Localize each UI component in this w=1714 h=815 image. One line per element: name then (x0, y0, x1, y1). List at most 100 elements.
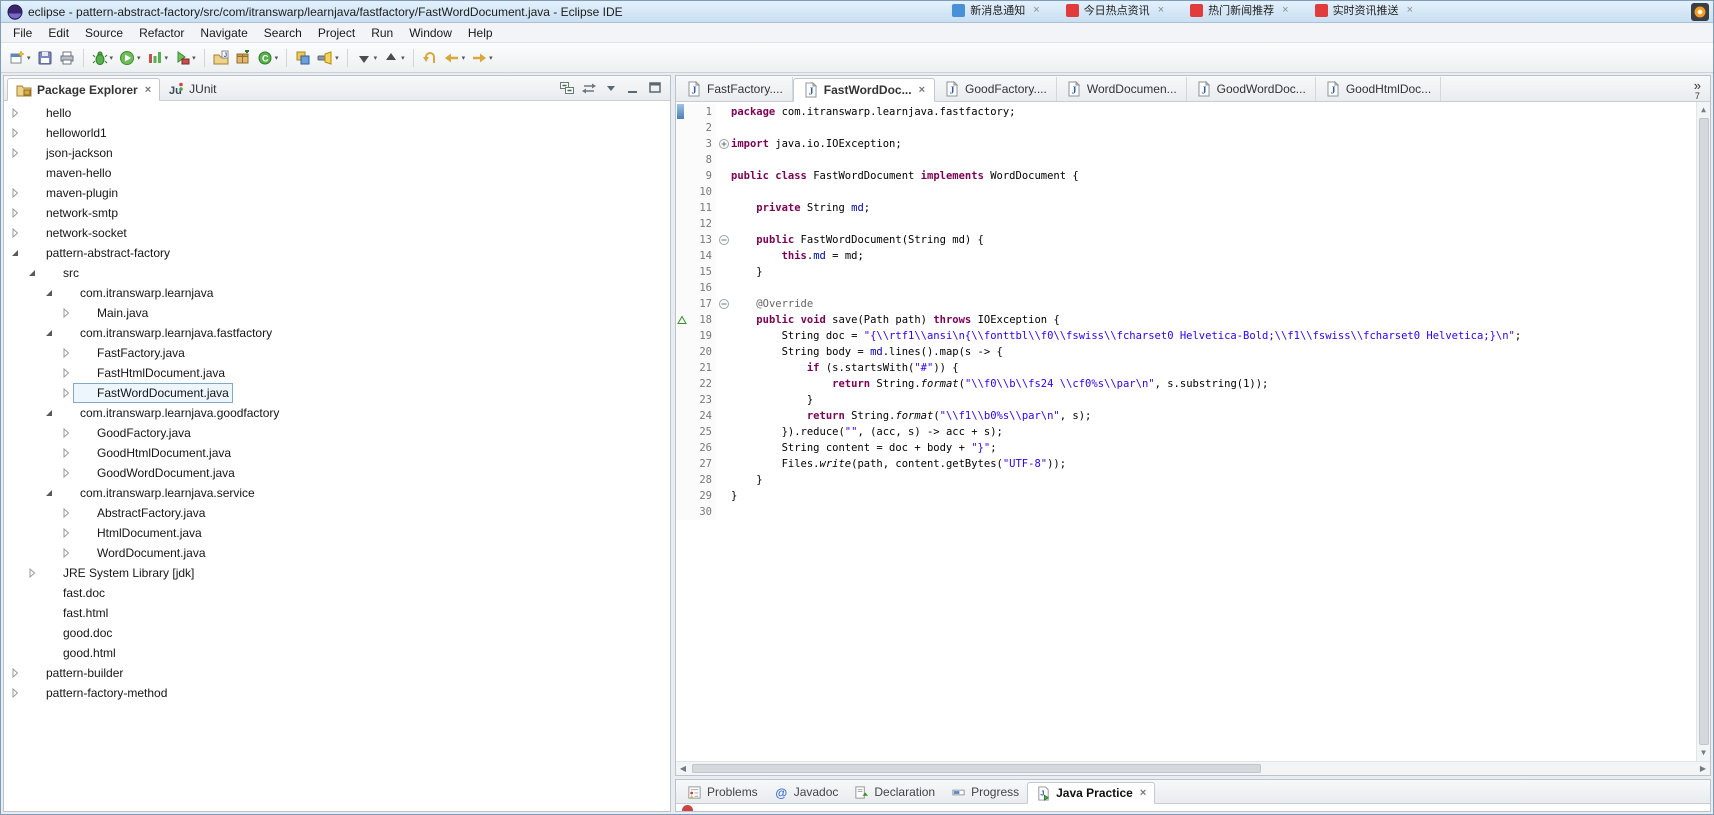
tree-expanded-arrow-icon[interactable] (42, 486, 56, 500)
close-icon[interactable]: × (1140, 787, 1146, 799)
previous-annotation-button[interactable]: ▾ (380, 46, 408, 70)
close-icon[interactable]: × (1158, 4, 1164, 16)
menu-source[interactable]: Source (77, 24, 131, 42)
back-button[interactable]: ▾ (441, 46, 469, 70)
editor-tab-overflow[interactable]: » 7 (1686, 79, 1709, 101)
fold-minus-icon[interactable] (718, 298, 730, 310)
tab-java-practice[interactable]: J Java Practice × (1027, 782, 1156, 804)
next-annotation-button[interactable]: ▾ (353, 46, 381, 70)
close-icon[interactable]: × (1282, 4, 1288, 16)
editor-tab[interactable]: J GoodWordDoc... (1187, 77, 1316, 101)
tree-collapsed-arrow-icon[interactable] (59, 366, 73, 380)
tree-collapsed-arrow-icon[interactable] (8, 206, 22, 220)
dropdown-arrow-icon[interactable]: ▾ (192, 54, 196, 62)
maximize-button[interactable] (647, 80, 663, 96)
dropdown-arrow-icon[interactable]: ▾ (27, 54, 31, 62)
scroll-down-icon[interactable]: ▼ (1701, 745, 1706, 761)
close-icon[interactable]: × (145, 84, 151, 96)
new-wizard-button[interactable]: ▾ (6, 46, 34, 70)
tab-progress[interactable]: Progress (943, 781, 1027, 803)
dropdown-arrow-icon[interactable]: ▾ (110, 54, 114, 62)
tree-item[interactable]: fast.html (4, 603, 670, 623)
editor-tab[interactable]: J WordDocumen... (1057, 77, 1187, 101)
tree-item[interactable]: GoodFactory.java (4, 423, 670, 443)
tree-expanded-arrow-icon[interactable] (42, 326, 56, 340)
close-icon[interactable]: × (1033, 4, 1039, 16)
close-icon[interactable]: × (1407, 4, 1413, 16)
open-type-button[interactable] (292, 46, 314, 70)
menu-search[interactable]: Search (256, 24, 310, 42)
external-tools-button[interactable]: ▾ (171, 46, 199, 70)
notification-item[interactable]: 新消息通知 × (952, 2, 1040, 18)
run-button[interactable]: ▾ (116, 46, 144, 70)
dropdown-arrow-icon[interactable]: ▾ (165, 54, 169, 62)
search-button[interactable]: ▾ (314, 46, 342, 70)
save-button[interactable] (34, 46, 56, 70)
tree-item[interactable]: pattern-abstract-factory (4, 243, 670, 263)
dropdown-arrow-icon[interactable]: ▾ (401, 54, 405, 62)
menu-refactor[interactable]: Refactor (131, 24, 192, 42)
horizontal-scrollbar[interactable]: ◀ ▶ (676, 761, 1710, 775)
tree-item[interactable]: JRE System Library [jdk] (4, 563, 670, 583)
editor-tab[interactable]: J FastWordDoc... × (792, 78, 936, 102)
tab-problems[interactable]: Problems (679, 781, 766, 803)
menu-window[interactable]: Window (401, 24, 460, 42)
tab-javadoc[interactable]: @ Javadoc (766, 781, 847, 803)
notification-item[interactable]: 实时资讯推送 × (1314, 2, 1413, 18)
last-edit-location-button[interactable] (419, 46, 441, 70)
tree-item[interactable]: AbstractFactory.java (4, 503, 670, 523)
link-with-editor-button[interactable] (581, 80, 597, 96)
tree-item[interactable]: fast.doc (4, 583, 670, 603)
tree-item[interactable]: hello (4, 103, 670, 123)
scroll-right-icon[interactable]: ▶ (1696, 764, 1710, 773)
tree-item[interactable]: Main.java (4, 303, 670, 323)
minimize-button[interactable] (625, 80, 641, 96)
tree-item[interactable]: com.itranswarp.learnjava.goodfactory (4, 403, 670, 423)
horizontal-scrollbar-thumb[interactable] (692, 764, 1261, 773)
scroll-left-icon[interactable]: ◀ (676, 764, 690, 773)
tree-item[interactable]: com.itranswarp.learnjava.fastfactory (4, 323, 670, 343)
tree-item[interactable]: pattern-builder (4, 663, 670, 683)
tree-item[interactable]: json-jackson (4, 143, 670, 163)
tree-collapsed-arrow-icon[interactable] (59, 306, 73, 320)
close-icon[interactable]: × (919, 84, 925, 96)
coverage-button[interactable]: ▾ (144, 46, 172, 70)
tree-collapsed-arrow-icon[interactable] (59, 386, 73, 400)
tree-item[interactable]: maven-hello (4, 163, 670, 183)
new-java-project-button[interactable]: J (210, 46, 232, 70)
tree-item[interactable]: com.itranswarp.learnjava (4, 283, 670, 303)
tree-collapsed-arrow-icon[interactable] (59, 546, 73, 560)
dropdown-arrow-icon[interactable]: ▾ (489, 54, 493, 62)
vertical-scrollbar-thumb[interactable] (1699, 118, 1709, 745)
forward-button[interactable]: ▾ (468, 46, 496, 70)
editor-tab[interactable]: J GoodHtmlDoc... (1316, 77, 1442, 101)
tree-collapsed-arrow-icon[interactable] (59, 526, 73, 540)
tree-collapsed-arrow-icon[interactable] (59, 346, 73, 360)
tree-item[interactable]: helloworld1 (4, 123, 670, 143)
tree-collapsed-arrow-icon[interactable] (8, 126, 22, 140)
new-package-button[interactable] (232, 46, 254, 70)
tree-collapsed-arrow-icon[interactable] (8, 146, 22, 160)
collapse-all-button[interactable] (559, 80, 575, 96)
tree-collapsed-arrow-icon[interactable] (59, 466, 73, 480)
notification-item[interactable]: 今日热点资讯 × (1065, 2, 1164, 18)
dropdown-arrow-icon[interactable]: ▾ (335, 54, 339, 62)
tree-collapsed-arrow-icon[interactable] (8, 186, 22, 200)
tab-package-explorer[interactable]: Package Explorer × (7, 78, 161, 101)
tree-collapsed-arrow-icon[interactable] (59, 506, 73, 520)
tree-item[interactable]: good.html (4, 643, 670, 663)
screenshot-tool-icon[interactable] (1691, 3, 1709, 21)
tree-item[interactable]: FastWordDocument.java (4, 383, 670, 403)
code-editor[interactable]: 1 package com.itranswarp.learnjava.fastfa… (676, 102, 1710, 761)
tree-item[interactable]: com.itranswarp.learnjava.service (4, 483, 670, 503)
tree-collapsed-arrow-icon[interactable] (59, 446, 73, 460)
tree-expanded-arrow-icon[interactable] (42, 406, 56, 420)
tree-collapsed-arrow-icon[interactable] (8, 226, 22, 240)
tree-item[interactable]: HtmlDocument.java (4, 523, 670, 543)
dropdown-arrow-icon[interactable]: ▾ (275, 54, 279, 62)
dropdown-arrow-icon[interactable]: ▾ (374, 54, 378, 62)
tree-item[interactable]: maven-plugin (4, 183, 670, 203)
notification-item[interactable]: 热门新闻推荐 × (1190, 2, 1289, 18)
scroll-up-icon[interactable]: ▲ (1701, 102, 1706, 118)
dropdown-arrow-icon[interactable]: ▾ (462, 54, 466, 62)
